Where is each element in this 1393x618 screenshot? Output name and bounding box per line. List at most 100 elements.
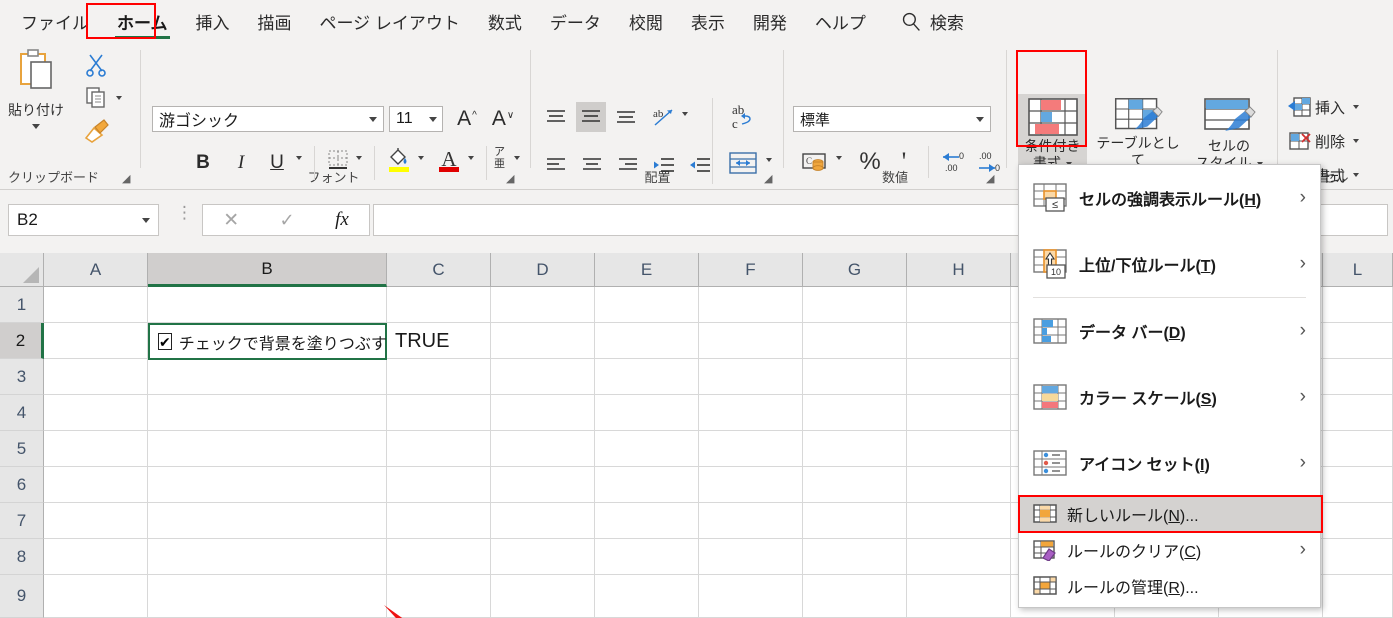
grid-cell[interactable] <box>803 503 907 539</box>
grid-cell[interactable] <box>803 575 907 618</box>
grid-cell[interactable] <box>44 323 148 359</box>
grid-cell[interactable] <box>699 287 803 323</box>
menu-item-icon-sets[interactable]: アイコン セット(I) › <box>1019 430 1320 496</box>
grid-cell[interactable] <box>699 431 803 467</box>
grid-cell[interactable] <box>907 575 1011 618</box>
grid-cell[interactable] <box>803 539 907 575</box>
tab-help[interactable]: ヘルプ <box>804 5 877 38</box>
grid-cell[interactable] <box>148 287 387 323</box>
text-orientation-button[interactable]: ab <box>648 102 678 132</box>
grid-cell[interactable] <box>1323 431 1393 467</box>
cut-button[interactable] <box>84 52 110 78</box>
grid-cell[interactable] <box>491 431 595 467</box>
grid-cell[interactable] <box>1323 575 1393 618</box>
fill-color-button[interactable] <box>386 146 412 174</box>
grid-cell[interactable] <box>44 359 148 395</box>
phonetic-guide-button[interactable]: ア亜 <box>494 146 505 170</box>
grid-cell[interactable] <box>387 395 491 431</box>
align-bottom-button[interactable] <box>612 104 640 130</box>
select-all-button[interactable] <box>0 253 44 287</box>
fill-color-chevron-down-icon[interactable] <box>418 156 424 160</box>
grid-cell[interactable] <box>491 395 595 431</box>
grid-cell[interactable] <box>803 467 907 503</box>
grid-cell[interactable] <box>491 467 595 503</box>
grid-cell[interactable] <box>803 287 907 323</box>
grid-cell[interactable] <box>148 359 387 395</box>
borders-chevron-down-icon[interactable] <box>356 156 362 160</box>
column-header-F[interactable]: F <box>699 253 803 287</box>
align-left-button[interactable] <box>542 152 570 178</box>
grid-cell[interactable] <box>387 503 491 539</box>
number-format-chevron-down-icon[interactable] <box>976 117 984 122</box>
decrease-indent-button[interactable] <box>650 152 678 178</box>
grid-cell[interactable] <box>595 467 699 503</box>
grid-cell[interactable] <box>907 395 1011 431</box>
grid-cell[interactable] <box>907 503 1011 539</box>
grid-cell[interactable] <box>699 467 803 503</box>
grid-cell[interactable] <box>803 359 907 395</box>
insert-cells-chevron-down-icon[interactable] <box>1353 105 1359 109</box>
grid-cell[interactable] <box>595 575 699 618</box>
grid-cell[interactable] <box>44 395 148 431</box>
grid-cell[interactable] <box>491 287 595 323</box>
insert-cells-button[interactable]: 挿入 <box>1288 96 1359 118</box>
tab-formulas[interactable]: 数式 <box>477 5 533 38</box>
grid-cell[interactable] <box>1323 503 1393 539</box>
decrease-decimal-button[interactable]: 0 .00 <box>938 148 970 176</box>
increase-font-size-button[interactable]: A ^ <box>452 104 482 134</box>
increase-decimal-button[interactable]: .00 0 <box>974 148 1006 176</box>
name-box-chevron-down-icon[interactable] <box>142 218 150 223</box>
grid-cell[interactable] <box>1323 359 1393 395</box>
cancel-icon[interactable]: ✕ <box>223 209 239 232</box>
grid-cell[interactable] <box>699 323 803 359</box>
merge-center-chevron-down-icon[interactable] <box>766 158 772 162</box>
font-name-input[interactable]: 游ゴシック <box>152 106 384 132</box>
grid-cell[interactable] <box>387 287 491 323</box>
column-header-L[interactable]: L <box>1323 253 1393 287</box>
underline-chevron-down-icon[interactable] <box>296 156 302 160</box>
row-header-8[interactable]: 8 <box>0 539 44 575</box>
tab-page-layout[interactable]: ページ レイアウト <box>309 5 471 38</box>
grid-cell[interactable] <box>44 539 148 575</box>
clipboard-dialog-launcher[interactable]: ◢ <box>122 173 134 185</box>
wrap-text-button[interactable]: ab c <box>726 98 760 134</box>
grid-cell[interactable] <box>491 323 595 359</box>
comma-style-button[interactable]: ' <box>892 147 916 177</box>
grid-cell[interactable] <box>148 467 387 503</box>
tab-draw[interactable]: 描画 <box>247 5 303 38</box>
italic-button[interactable]: I <box>228 150 254 176</box>
grid-cell[interactable] <box>595 503 699 539</box>
grid-cell[interactable] <box>1323 323 1393 359</box>
tab-file[interactable]: ファイル <box>10 5 100 38</box>
row-header-6[interactable]: 6 <box>0 467 44 503</box>
delete-cells-chevron-down-icon[interactable] <box>1353 139 1359 143</box>
grid-cell[interactable] <box>44 467 148 503</box>
font-name-chevron-down-icon[interactable] <box>369 117 377 122</box>
copy-button[interactable] <box>84 86 122 110</box>
grid-cell[interactable] <box>595 431 699 467</box>
row-header-7[interactable]: 7 <box>0 503 44 539</box>
row-header-1[interactable]: 1 <box>0 287 44 323</box>
copy-chevron-down-icon[interactable] <box>116 96 122 100</box>
tab-data[interactable]: データ <box>539 5 612 38</box>
cell-B2[interactable]: ✔ チェックで背景を塗りつぶす <box>148 323 387 360</box>
grid-cell[interactable] <box>699 395 803 431</box>
number-format-select[interactable]: 標準 <box>793 106 991 132</box>
grid-cell[interactable] <box>907 287 1011 323</box>
fx-icon[interactable]: fx <box>335 209 349 231</box>
grid-cell[interactable] <box>1323 539 1393 575</box>
format-cells-chevron-down-icon[interactable] <box>1353 173 1359 177</box>
grid-cell[interactable] <box>803 395 907 431</box>
font-dialog-launcher[interactable]: ◢ <box>506 173 518 185</box>
grid-cell[interactable] <box>699 503 803 539</box>
grid-cell[interactable] <box>907 323 1011 359</box>
paste-chevron-down-icon[interactable] <box>32 124 40 129</box>
grid-cell[interactable] <box>491 359 595 395</box>
grid-cell[interactable] <box>387 539 491 575</box>
align-middle-button[interactable] <box>576 102 606 132</box>
align-top-button[interactable] <box>542 104 570 130</box>
grid-cell[interactable] <box>387 431 491 467</box>
underline-button[interactable]: U <box>264 150 290 176</box>
menu-item-manage-rules[interactable]: ルールの管理(R)... <box>1019 568 1320 604</box>
grid-cell[interactable] <box>699 575 803 618</box>
